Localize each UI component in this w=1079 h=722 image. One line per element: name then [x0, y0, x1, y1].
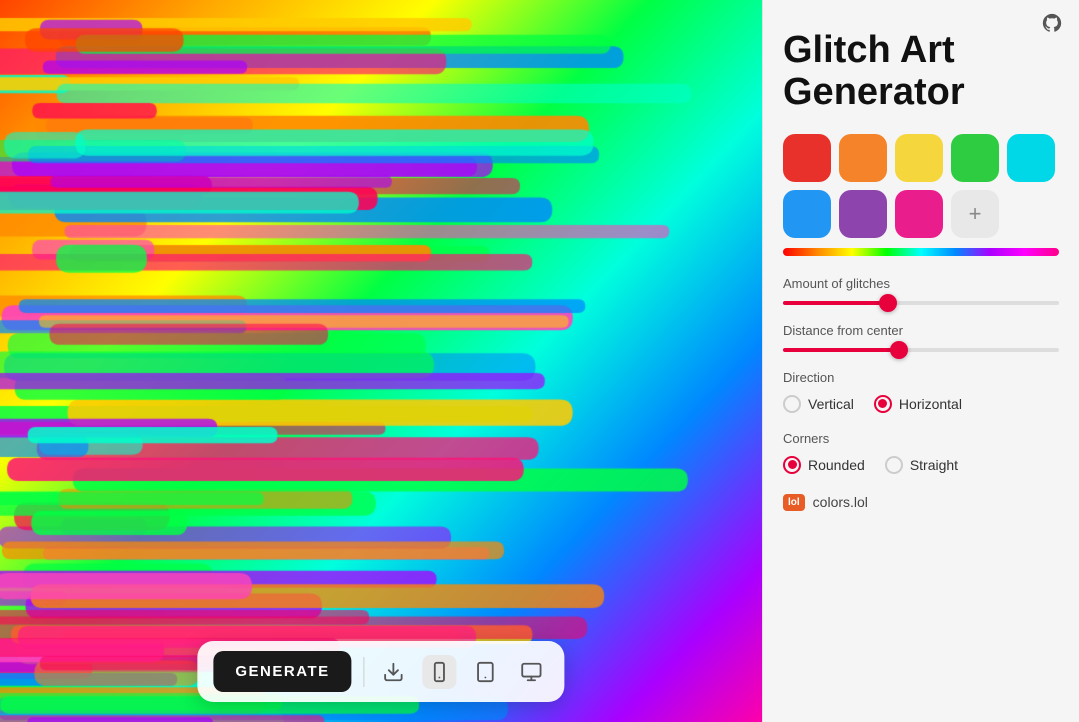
direction-control: Direction Vertical Horizontal — [783, 370, 1059, 413]
tablet-button[interactable] — [469, 655, 503, 689]
corners-straight-label: Straight — [910, 457, 958, 473]
color-swatch-yellow[interactable] — [895, 134, 943, 182]
color-swatch-blue[interactable] — [783, 190, 831, 238]
canvas-area: GENERATE — [0, 0, 762, 722]
glitches-label: Amount of glitches — [783, 276, 1059, 291]
toolbar-divider — [364, 657, 365, 687]
github-link[interactable] — [1041, 12, 1063, 34]
gradient-bar[interactable] — [783, 248, 1059, 256]
glitches-control: Amount of glitches — [783, 276, 1059, 305]
color-swatch-cyan[interactable] — [1007, 134, 1055, 182]
corners-radio-group: Rounded Straight — [783, 456, 1059, 474]
distance-thumb[interactable] — [890, 341, 908, 359]
desktop-icon — [521, 661, 543, 683]
color-grid: + — [783, 134, 1059, 238]
direction-horizontal-option[interactable]: Horizontal — [874, 395, 962, 413]
direction-vertical-radio[interactable] — [783, 395, 801, 413]
direction-vertical-label: Vertical — [808, 396, 854, 412]
panel: Glitch Art Generator Glitch ArtGenerator… — [762, 0, 1079, 722]
panel-title: Glitch Art Generator Glitch ArtGenerator — [783, 30, 1059, 114]
corners-rounded-option[interactable]: Rounded — [783, 456, 865, 474]
glitch-canvas — [0, 0, 762, 722]
mobile-button[interactable] — [423, 655, 457, 689]
direction-vertical-option[interactable]: Vertical — [783, 395, 854, 413]
distance-control: Distance from center — [783, 323, 1059, 352]
corners-rounded-radio[interactable] — [783, 456, 801, 474]
colors-lol-text: colors.lol — [813, 494, 868, 510]
desktop-button[interactable] — [515, 655, 549, 689]
direction-radio-group: Vertical Horizontal — [783, 395, 1059, 413]
corners-label: Corners — [783, 431, 1059, 446]
corners-straight-radio[interactable] — [885, 456, 903, 474]
add-color-button[interactable]: + — [951, 190, 999, 238]
distance-slider[interactable] — [783, 348, 1059, 352]
color-swatch-red[interactable] — [783, 134, 831, 182]
mobile-icon — [429, 661, 451, 683]
tablet-icon — [475, 661, 497, 683]
color-swatch-green[interactable] — [951, 134, 999, 182]
colors-lol-link[interactable]: lol colors.lol — [783, 494, 1059, 511]
color-swatch-purple[interactable] — [839, 190, 887, 238]
github-icon — [1041, 12, 1063, 34]
distance-label: Distance from center — [783, 323, 1059, 338]
color-swatch-orange[interactable] — [839, 134, 887, 182]
corners-control: Corners Rounded Straight — [783, 431, 1059, 474]
direction-label: Direction — [783, 370, 1059, 385]
download-icon — [383, 661, 405, 683]
direction-horizontal-label: Horizontal — [899, 396, 962, 412]
color-swatch-pink[interactable] — [895, 190, 943, 238]
direction-horizontal-radio[interactable] — [874, 395, 892, 413]
generate-button[interactable]: GENERATE — [213, 651, 351, 692]
glitches-thumb[interactable] — [879, 294, 897, 312]
corners-straight-option[interactable]: Straight — [885, 456, 958, 474]
lol-badge: lol — [783, 494, 805, 511]
download-button[interactable] — [377, 655, 411, 689]
glitches-slider[interactable] — [783, 301, 1059, 305]
corners-rounded-label: Rounded — [808, 457, 865, 473]
toolbar: GENERATE — [197, 641, 564, 702]
